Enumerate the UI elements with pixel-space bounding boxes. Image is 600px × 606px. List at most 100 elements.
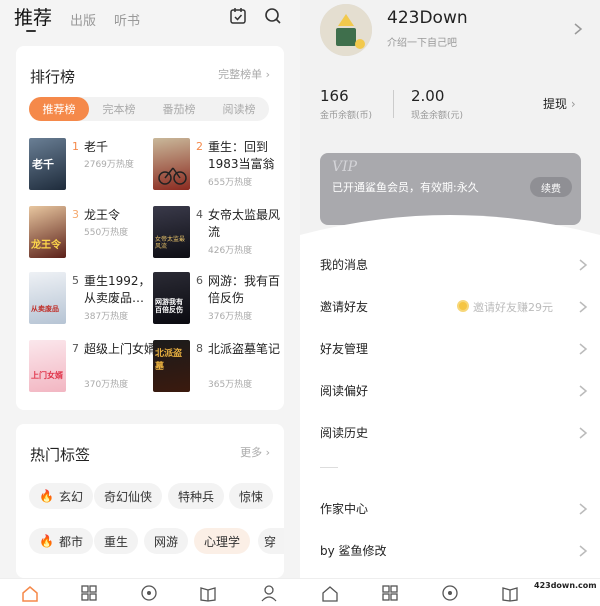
book-cover: 北派盗墓 bbox=[153, 340, 190, 392]
withdraw-button[interactable]: 提现 › bbox=[543, 95, 576, 112]
app-root: 推荐 出版 听书 排行榜 完整榜单 › 推荐榜 完本榜 番茄榜 阅读榜 老千 1… bbox=[0, 0, 600, 602]
bookshelf-icon[interactable] bbox=[501, 584, 519, 602]
discover-icon[interactable] bbox=[441, 584, 459, 602]
more-tags-link[interactable]: 更多 › bbox=[240, 444, 270, 460]
chevron-right-icon bbox=[578, 425, 588, 439]
tag-psychology[interactable]: 心理学 bbox=[194, 528, 251, 554]
chevron-right-icon bbox=[578, 341, 588, 355]
menu-author-center[interactable]: 作家中心 bbox=[320, 496, 588, 520]
book-heat: 370万热度 bbox=[84, 380, 129, 390]
invite-reward-note: 邀请好友赚29元 bbox=[473, 301, 553, 314]
category-icon[interactable] bbox=[381, 584, 399, 602]
book-title: 龙王令 bbox=[84, 208, 121, 222]
tag-special-forces[interactable]: 特种兵 bbox=[168, 483, 225, 509]
chevron-right-icon bbox=[578, 299, 588, 313]
tab-publish[interactable]: 出版 bbox=[70, 10, 96, 29]
rank-book-7[interactable]: 上门女婿 7 超级上门女婿 370万热度 bbox=[29, 340, 159, 400]
book-cover: 上门女婿 bbox=[29, 340, 66, 392]
book-cover: 老千 bbox=[29, 138, 66, 190]
ranking-segment-control: 推荐榜 完本榜 番茄榜 阅读榜 bbox=[29, 97, 269, 121]
fire-icon: 🔥 bbox=[39, 489, 54, 503]
rank-number: 6 bbox=[196, 274, 203, 287]
full-ranking-link[interactable]: 完整榜单 › bbox=[218, 66, 270, 82]
coins-value: 166 bbox=[320, 87, 349, 105]
rank-number: 8 bbox=[196, 342, 203, 355]
menu-invite-friends[interactable]: 邀请好友 邀请好友赚29元 bbox=[320, 294, 588, 318]
bookstore-panel: 推荐 出版 听书 排行榜 完整榜单 › 推荐榜 完本榜 番茄榜 阅读榜 老千 1… bbox=[0, 0, 300, 600]
chevron-right-icon bbox=[578, 383, 588, 397]
segment-fanqie[interactable]: 番茄榜 bbox=[149, 97, 209, 121]
rank-book-5[interactable]: 从卖废品 5 重生1992，从卖废品… 387万热度 bbox=[29, 272, 159, 332]
discover-icon[interactable] bbox=[140, 584, 158, 602]
chevron-right-icon bbox=[578, 257, 588, 271]
tag-fantasy[interactable]: 奇幻仙侠 bbox=[94, 483, 163, 509]
renew-button[interactable]: 续费 bbox=[530, 177, 572, 197]
menu-reading-preferences[interactable]: 阅读偏好 bbox=[320, 378, 588, 402]
book-heat: 426万热度 bbox=[208, 246, 253, 256]
menu-friend-management[interactable]: 好友管理 bbox=[320, 336, 588, 360]
rank-book-4[interactable]: 女帝太监最风流 4 女帝太监最风流 426万热度 bbox=[153, 206, 283, 266]
search-icon[interactable] bbox=[263, 6, 283, 26]
profile-chevron-icon[interactable] bbox=[573, 21, 583, 35]
profile-panel: 423Down 介绍一下自己吧 166 金币余额(币) 2.00 现金余额(元)… bbox=[300, 0, 600, 600]
book-title: 网游：我有百倍反伤 bbox=[208, 274, 281, 305]
rank-book-8[interactable]: 北派盗墓 8 北派盗墓笔记 365万热度 bbox=[153, 340, 283, 400]
tag-truncated[interactable]: 穿 bbox=[258, 528, 284, 554]
ranking-title: 排行榜 bbox=[30, 68, 76, 86]
chevron-right-icon bbox=[578, 501, 588, 515]
home-icon[interactable] bbox=[21, 584, 39, 602]
rank-number: 1 bbox=[72, 140, 79, 153]
tab-recommend[interactable]: 推荐 bbox=[14, 3, 52, 30]
category-icon[interactable] bbox=[80, 584, 98, 602]
bottom-navigation: 423down.com bbox=[0, 578, 600, 602]
tag-xuanhuan[interactable]: 🔥 玄幻 bbox=[29, 483, 93, 509]
rank-book-3[interactable]: 龙王令 3 龙王令 550万热度 bbox=[29, 206, 159, 266]
home-icon[interactable] bbox=[321, 584, 339, 602]
tab-audiobook[interactable]: 听书 bbox=[114, 10, 140, 29]
segment-recommend[interactable]: 推荐榜 bbox=[29, 97, 89, 121]
book-heat: 2769万热度 bbox=[84, 160, 134, 170]
book-heat: 365万热度 bbox=[208, 380, 253, 390]
tag-urban[interactable]: 🔥 都市 bbox=[29, 528, 93, 554]
chevron-right-icon bbox=[578, 543, 588, 557]
top-tab-bar: 推荐 出版 听书 bbox=[0, 0, 300, 38]
cash-value: 2.00 bbox=[411, 87, 445, 105]
menu-messages[interactable]: 我的消息 bbox=[320, 252, 588, 276]
profile-intro[interactable]: 介绍一下自己吧 bbox=[387, 34, 457, 49]
book-title: 重生：回到1983当富翁 bbox=[208, 140, 275, 171]
avatar[interactable] bbox=[320, 4, 372, 56]
menu-divider bbox=[320, 467, 338, 468]
book-title: 老千 bbox=[84, 140, 109, 154]
rank-book-2[interactable]: 2 重生：回到1983当富翁 655万热度 bbox=[153, 138, 283, 198]
book-title: 女帝太监最风流 bbox=[208, 208, 281, 239]
tag-rebirth[interactable]: 重生 bbox=[94, 528, 139, 554]
wallet-divider bbox=[393, 90, 394, 118]
book-title: 北派盗墓笔记 bbox=[208, 342, 281, 356]
menu-by-shark[interactable]: by 鲨鱼修改 bbox=[320, 538, 588, 562]
segment-completed[interactable]: 完本榜 bbox=[89, 97, 149, 121]
menu-reading-history[interactable]: 阅读历史 bbox=[320, 420, 588, 444]
book-title: 重生1992，从卖废品… bbox=[84, 274, 151, 305]
vip-badge: VIP bbox=[332, 159, 358, 175]
hot-tags-title: 热门标签 bbox=[30, 446, 91, 464]
rank-book-1[interactable]: 老千 1 老千 2769万热度 bbox=[29, 138, 159, 198]
fire-icon: 🔥 bbox=[39, 534, 54, 548]
book-cover: 龙王令 bbox=[29, 206, 66, 258]
rank-book-6[interactable]: 网游我有百倍反伤 6 网游：我有百倍反伤 376万热度 bbox=[153, 272, 283, 332]
rank-number: 4 bbox=[196, 208, 203, 221]
book-heat: 550万热度 bbox=[84, 228, 129, 238]
checkin-calendar-icon[interactable] bbox=[228, 6, 248, 26]
segment-reading[interactable]: 阅读榜 bbox=[209, 97, 269, 121]
tag-online-game[interactable]: 网游 bbox=[144, 528, 189, 554]
profile-icon[interactable] bbox=[260, 584, 278, 602]
book-title: 超级上门女婿 bbox=[84, 342, 157, 356]
tag-thriller[interactable]: 惊悚 bbox=[229, 483, 274, 509]
vip-status: 已开通鲨鱼会员，有效期:永久 bbox=[332, 181, 479, 194]
book-heat: 387万热度 bbox=[84, 312, 129, 322]
bookshelf-icon[interactable] bbox=[199, 584, 217, 602]
active-tab-indicator bbox=[26, 30, 36, 32]
rank-number: 5 bbox=[72, 274, 79, 287]
coin-icon bbox=[457, 300, 469, 312]
rank-number: 7 bbox=[72, 342, 79, 355]
hot-tags-card: 热门标签 更多 › 🔥 玄幻 奇幻仙侠 特种兵 惊悚 🔥 都市 重生 网游 心理学 … bbox=[16, 424, 284, 578]
